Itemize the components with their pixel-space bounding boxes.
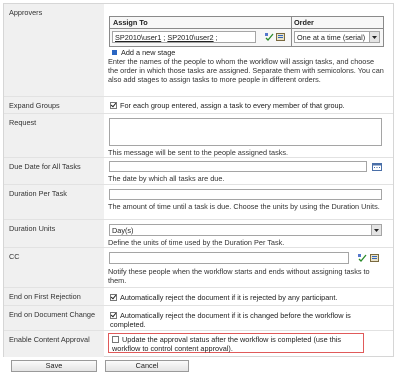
content-approval-text: Update the approval status after the wor… <box>112 335 342 353</box>
dropdown-arrow-icon[interactable] <box>371 225 381 235</box>
request-label: Request <box>4 114 104 158</box>
expand-groups-text: For each group entered, assign a task to… <box>120 101 345 110</box>
address-book-icon[interactable] <box>276 33 285 41</box>
end-rejection-label: End on First Rejection <box>4 288 104 306</box>
check-names-icon[interactable] <box>265 33 274 41</box>
duration-units-select[interactable]: Day(s) <box>109 224 382 236</box>
workflow-form: Approvers Assign To Order SP2010\user1 ;… <box>0 0 400 389</box>
cc-input[interactable] <box>109 252 349 264</box>
due-date-input[interactable] <box>109 161 367 172</box>
due-date-help: The date by which all tasks are due. <box>108 174 225 183</box>
approvers-help: Enter the names of the people to whom th… <box>108 57 384 84</box>
expand-groups-row: Expand Groups For each group entered, as… <box>4 96 393 114</box>
duration-units-help: Define the units of time used by the Dur… <box>108 238 285 247</box>
duration-help: The amount of time until a task is due. … <box>108 202 380 211</box>
assignee-2[interactable]: SP2010\user2 <box>167 33 213 42</box>
approvers-label: Approvers <box>4 4 104 96</box>
assign-to-input[interactable]: SP2010\user1 ; SP2010\user2 ; <box>112 31 256 43</box>
approvers-grid: Assign To Order SP2010\user1 ; SP2010\us… <box>109 16 384 47</box>
calendar-icon[interactable] <box>372 163 382 171</box>
duration-row: Duration Per Task The amount of time unt… <box>4 184 393 220</box>
approvers-row: Approvers Assign To Order SP2010\user1 ;… <box>4 4 393 96</box>
cc-row: CC Notify these people when the workflow… <box>4 247 393 288</box>
end-rejection-row: End on First Rejection Automatically rej… <box>4 287 393 306</box>
cancel-button[interactable]: Cancel <box>105 360 189 372</box>
cc-label: CC <box>4 248 104 288</box>
request-help: This message will be sent to the people … <box>108 148 289 157</box>
assign-to-header: Assign To <box>113 18 148 27</box>
end-change-row: End on Document Change Automatically rej… <box>4 305 393 331</box>
due-date-label: Due Date for All Tasks <box>4 158 104 185</box>
content-approval-row: Enable Content Approval Update the appro… <box>4 330 393 357</box>
save-button[interactable]: Save <box>11 360 97 372</box>
content-approval-label: Enable Content Approval <box>4 331 104 357</box>
duration-input[interactable] <box>109 189 382 200</box>
end-rejection-checkbox[interactable] <box>110 294 117 301</box>
duration-label: Duration Per Task <box>4 185 104 220</box>
form-table: Approvers Assign To Order SP2010\user1 ;… <box>3 3 394 357</box>
request-row: Request This message will be sent to the… <box>4 113 393 158</box>
end-rejection-text: Automatically reject the document if it … <box>120 293 338 302</box>
order-header: Order <box>294 18 314 27</box>
request-textarea[interactable] <box>109 118 382 146</box>
content-approval-checkbox[interactable] <box>112 336 119 343</box>
end-change-label: End on Document Change <box>4 306 104 331</box>
address-book-icon[interactable] <box>370 254 379 262</box>
assignee-1[interactable]: SP2010\user1 <box>115 33 161 42</box>
check-names-icon[interactable] <box>358 254 367 262</box>
add-stage-link[interactable]: Add a new stage <box>112 48 175 57</box>
end-change-text: Automatically reject the document if it … <box>110 311 351 329</box>
duration-units-row: Duration Units Day(s) Define the units o… <box>4 219 393 248</box>
end-change-checkbox[interactable] <box>110 312 117 319</box>
due-date-row: Due Date for All Tasks The date by which… <box>4 157 393 185</box>
duration-units-label: Duration Units <box>4 220 104 248</box>
approvers-field: Assign To Order SP2010\user1 ; SP2010\us… <box>108 4 389 96</box>
expand-groups-label: Expand Groups <box>4 97 104 114</box>
expand-groups-checkbox[interactable] <box>110 102 117 109</box>
dropdown-arrow-icon[interactable] <box>369 32 379 42</box>
cc-help: Notify these people when the workflow st… <box>108 267 370 285</box>
order-select[interactable]: One at a time (serial) <box>294 31 380 43</box>
add-stage-icon <box>112 50 117 55</box>
